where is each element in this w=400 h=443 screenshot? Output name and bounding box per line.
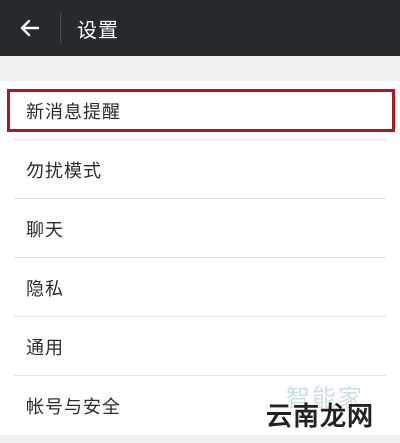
settings-item-new-message-notification[interactable]: 新消息提醒 xyxy=(0,81,400,140)
header-divider xyxy=(60,13,61,43)
title-bar: 设置 xyxy=(0,0,400,56)
settings-item-general[interactable]: 通用 xyxy=(0,317,400,376)
settings-item-label: 隐私 xyxy=(26,278,64,300)
settings-item-label: 通用 xyxy=(26,337,64,359)
settings-item-label: 新消息提醒 xyxy=(26,101,121,123)
settings-item-label: 勿扰模式 xyxy=(26,160,102,182)
settings-item-privacy[interactable]: 隐私 xyxy=(0,258,400,317)
arrow-left-icon xyxy=(20,19,40,37)
settings-item-do-not-disturb[interactable]: 勿扰模式 xyxy=(0,140,400,199)
settings-item-chat[interactable]: 聊天 xyxy=(0,199,400,258)
settings-item-label: 帐号与安全 xyxy=(26,396,121,418)
settings-item-label: 聊天 xyxy=(26,219,64,241)
back-button[interactable] xyxy=(0,0,60,56)
page-title: 设置 xyxy=(77,17,119,42)
bottom-band xyxy=(0,437,400,443)
watermark-bottom: 云南龙网 xyxy=(266,402,375,432)
